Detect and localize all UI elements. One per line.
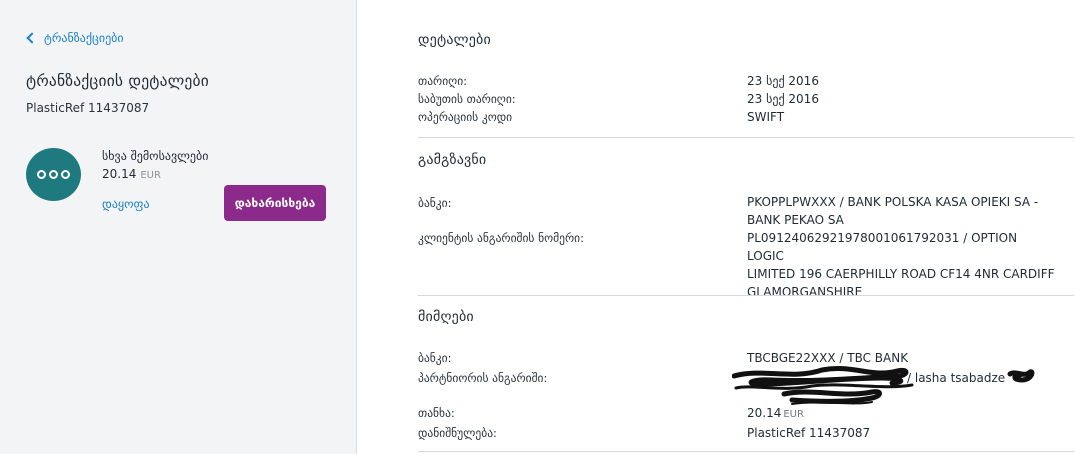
transaction-details-screen: ტრანზაქციები ტრანზაქციის დეტალები Plasti… — [0, 0, 1075, 454]
amount-value: 20.14 — [102, 167, 137, 181]
sender-bank-value: PKOPPLPWXXX / BANK POLSKA KASA OPIEKI SA… — [747, 193, 1057, 229]
sender-bank-label: ბანკი: — [418, 196, 452, 210]
document-date-value: 23 სექ 2016 — [747, 92, 819, 106]
back-to-transactions-link[interactable]: ტრანზაქციები — [26, 31, 124, 45]
amount-row-value: 20.14 EUR — [747, 404, 1057, 424]
purpose-label: დანიშნულება: — [418, 426, 497, 440]
chevron-left-icon — [26, 32, 38, 44]
date-label: თარიღი: — [418, 74, 468, 88]
sender-account-line-3: GLAMORGANSHIRE — [747, 285, 863, 299]
date-value: 23 სექ 2016 — [747, 74, 819, 88]
amount-currency: EUR — [140, 170, 161, 181]
transaction-summary-panel: ტრანზაქციები ტრანზაქციის დეტალები Plasti… — [0, 0, 357, 454]
operation-code-label: ოპერაციის კოდი — [418, 110, 513, 124]
amount-label: თანხა: — [418, 406, 455, 420]
page-title: ტრანზაქციის დეტალები — [26, 72, 209, 90]
more-dots-icon — [26, 148, 81, 201]
category-label: სხვა შემოსავლები — [102, 149, 209, 163]
details-heading: დეტალები — [418, 32, 491, 48]
redaction-scribble — [732, 366, 1035, 405]
transaction-reference: PlasticRef 11437087 — [26, 101, 150, 115]
section-divider — [418, 295, 1074, 296]
section-divider — [418, 451, 1074, 452]
sender-account-line-2: LIMITED 196 CAERPHILLY ROAD CF14 4NR CAR… — [747, 267, 1055, 281]
sender-account-value: PL09124062921978001061792031 / OPTION LO… — [747, 229, 1057, 301]
transaction-amount: 20.14 EUR — [102, 167, 161, 181]
receiver-heading: მიმღები — [418, 309, 474, 325]
sender-heading: გამგზავნი — [418, 152, 487, 168]
section-divider — [418, 137, 1074, 138]
receiver-amount-currency: EUR — [783, 409, 804, 420]
sender-account-line-1: PL09124062921978001061792031 / OPTION LO… — [747, 231, 1018, 263]
purpose-value: PlasticRef 11437087 — [747, 426, 871, 440]
transaction-details-panel: დეტალები თარიღი: 23 სექ 2016 საბუთის თარ… — [358, 0, 1075, 454]
sender-account-label: კლიენტის ანგარიშის ნომერი: — [418, 231, 584, 245]
split-link[interactable]: დაყოფა — [102, 197, 150, 211]
receiver-amount-value: 20.14 — [747, 406, 782, 420]
receiver-bank-label: ბანკი: — [418, 351, 452, 365]
partner-account-label: პარტნიორის ანგარიში: — [418, 371, 548, 385]
sender-bank-line-1: PKOPPLPWXXX / BANK POLSKA KASA OPIEKI SA… — [747, 195, 1039, 209]
document-date-label: საბუთის თარიღი: — [418, 92, 516, 106]
categorize-button[interactable]: დახარისხება — [224, 185, 326, 221]
sender-bank-line-2: BANK PEKAO SA — [747, 213, 844, 227]
back-link-label: ტრანზაქციები — [44, 31, 124, 45]
operation-code-value: SWIFT — [747, 110, 785, 124]
